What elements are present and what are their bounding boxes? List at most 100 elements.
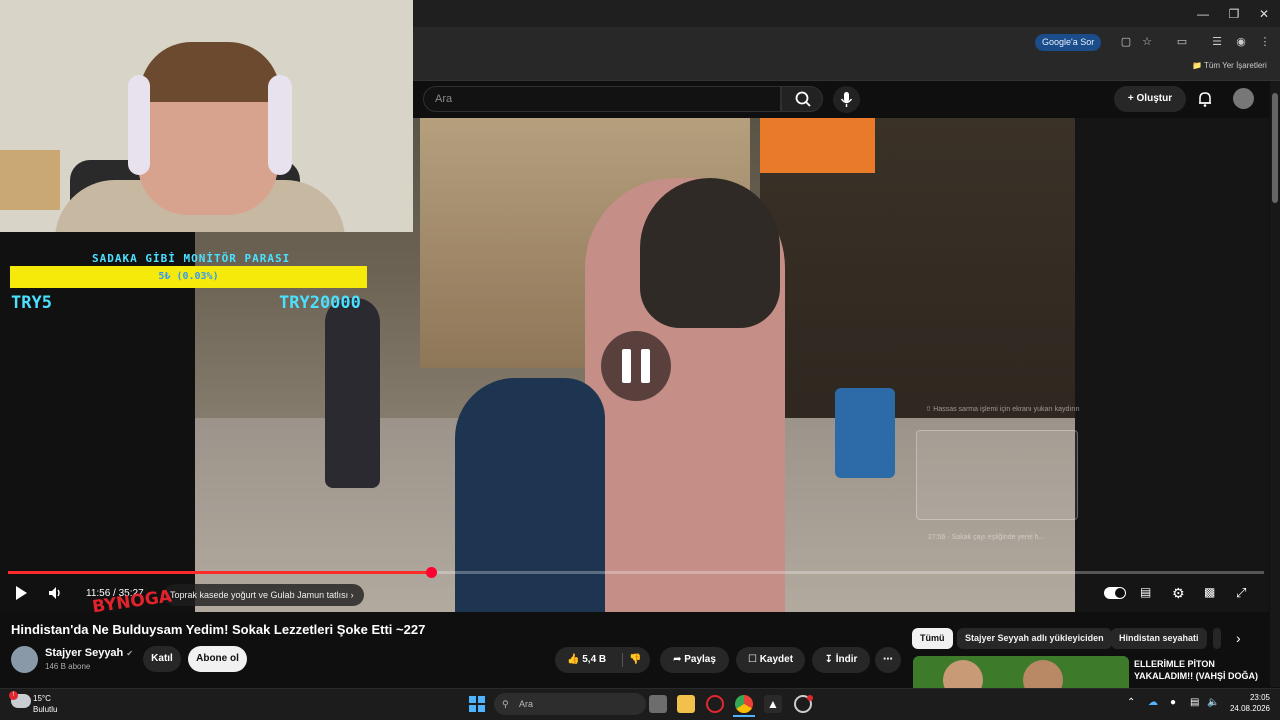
channel-avatar[interactable]: [11, 646, 38, 673]
maximize-icon[interactable]: ❐: [1219, 4, 1249, 24]
donation-min-label: TRY5: [11, 293, 52, 313]
search-button[interactable]: [781, 86, 823, 112]
save-button[interactable]: ☐ Kaydet: [736, 647, 805, 673]
temperature: 15°C: [33, 694, 51, 703]
taskbar-search-label: Ara: [519, 699, 534, 709]
menu-icon[interactable]: ⋮: [1257, 34, 1273, 50]
all-bookmarks-button[interactable]: 📁 Tüm Yer İşaretleri: [1192, 61, 1267, 70]
join-button[interactable]: Katıl: [143, 646, 181, 672]
progress-bar-played: [8, 571, 431, 574]
tray-app-icon[interactable]: ☁: [1148, 697, 1158, 708]
file-explorer-icon[interactable]: [677, 695, 695, 713]
progress-scrubber[interactable]: [426, 567, 437, 578]
thumb-face: [1023, 660, 1063, 688]
thumb-face: [943, 660, 983, 688]
suggested-video-thumbnail[interactable]: [913, 656, 1129, 688]
autoplay-toggle[interactable]: [1104, 587, 1126, 599]
task-view-icon[interactable]: [649, 695, 667, 713]
voice-search-button[interactable]: [833, 86, 860, 113]
bookmarks-bar: [413, 57, 1280, 81]
download-button[interactable]: ↧ İndir: [812, 647, 870, 673]
subscribe-button[interactable]: Abone ol: [188, 646, 247, 672]
suggested-video-title[interactable]: ELLERİMLE PİTON YAKALADIM!! (VAHŞİ DOĞA): [1134, 658, 1264, 682]
extensions-icon[interactable]: ▭: [1174, 34, 1190, 50]
theater-mode-icon[interactable]: ▩: [1204, 585, 1215, 599]
fullscreen-icon[interactable]: ⤢: [1236, 585, 1246, 601]
chapter-button[interactable]: Toprak kasede yoğurt ve Gulab Jamun tatl…: [164, 584, 364, 606]
page-scrollbar[interactable]: [1270, 81, 1280, 687]
scrub-preview-caption: 27:56 · Sokak çayı eşliğinde yerel h...: [928, 534, 1045, 541]
network-icon[interactable]: ▤: [1190, 697, 1199, 708]
cast-icon[interactable]: ▢: [1118, 34, 1134, 50]
taskbar-search[interactable]: ⚲ Ara: [494, 693, 646, 715]
chip-india-travel[interactable]: Hindistan seyahati: [1111, 628, 1207, 649]
like-button[interactable]: 👍 5,4 B: [567, 654, 606, 665]
dislike-button[interactable]: 👎: [629, 647, 641, 673]
thumbs-down-icon: 👎: [629, 654, 642, 665]
flag-banner: [760, 118, 875, 173]
scrollbar-thumb[interactable]: [1272, 93, 1278, 203]
webcam-overlay: [0, 0, 413, 232]
mic-icon: [840, 92, 853, 107]
google-ask-label: Google'a Sor: [1042, 37, 1095, 47]
subscriber-count: 146 B abone: [45, 662, 91, 671]
clock[interactable]: 23:05 24.08.2026: [1228, 692, 1270, 714]
google-ask-button[interactable]: Google'a Sor: [1035, 34, 1102, 51]
media-icon[interactable]: ☰: [1209, 34, 1225, 50]
volume-icon: [49, 587, 60, 599]
weather-widget[interactable]: 15°C Bulutlu: [33, 693, 57, 715]
pause-icon: [622, 349, 631, 383]
tray-overflow-icon[interactable]: ⌃: [1127, 697, 1135, 708]
clock-date: 24.08.2026: [1229, 704, 1270, 713]
speaker-icon[interactable]: 🔈: [1207, 697, 1219, 708]
volume-button[interactable]: [47, 585, 63, 604]
save-label: Kaydet: [759, 654, 794, 665]
chrome-icon[interactable]: [735, 695, 753, 713]
scrub-hint-label: Hassas sarma işlemi için ekranı yukarı k…: [933, 406, 1080, 413]
play-button[interactable]: [14, 585, 28, 604]
profile-icon[interactable]: ◉: [1233, 34, 1249, 50]
backpack: [455, 378, 605, 612]
notifications-button[interactable]: [1196, 90, 1214, 113]
microphone-tray-icon[interactable]: ●: [1170, 697, 1176, 708]
donation-title: SADAKA GİBİ MONİTÖR PARASI: [92, 252, 291, 265]
create-label: Oluştur: [1136, 93, 1173, 104]
chip-all[interactable]: Tümü: [912, 628, 953, 649]
video-side-black: [1075, 118, 1269, 612]
center-pause-button[interactable]: [601, 331, 671, 401]
subtitles-icon[interactable]: ▤: [1140, 585, 1151, 599]
more-icon: ⋯: [883, 654, 893, 665]
blue-barrel: [835, 388, 895, 478]
like-divider: [622, 653, 623, 667]
chips-next-icon[interactable]: ›: [1236, 630, 1241, 646]
close-icon[interactable]: ✕: [1249, 4, 1279, 24]
minimize-icon[interactable]: —: [1188, 4, 1218, 24]
person-head: [640, 178, 780, 328]
channel-name[interactable]: Stajyer Seyyah ✔: [45, 647, 133, 659]
plus-icon: +: [1127, 93, 1137, 104]
donation-progress-text: 5₺ (0.03%): [158, 271, 219, 282]
start-icon[interactable]: [469, 696, 487, 714]
thumbs-up-icon: 👍: [567, 654, 580, 665]
video-title: Hindistan'da Ne Bulduysam Yedim! Sokak L…: [11, 622, 426, 637]
weather-badge: !: [9, 691, 18, 700]
chapter-label: Toprak kasede yoğurt ve Gulab Jamun tatl…: [170, 590, 349, 600]
verified-icon: ✔: [126, 649, 134, 658]
account-avatar[interactable]: [1233, 88, 1254, 109]
app-icon[interactable]: ▲: [764, 695, 782, 713]
chevron-right-icon: ›: [348, 590, 354, 600]
chip-more[interactable]: [1213, 628, 1221, 649]
person-background: [325, 298, 380, 488]
chip-from-uploader[interactable]: Stajyer Seyyah adlı yükleyiciden: [957, 628, 1112, 649]
settings-icon[interactable]: ⚙: [1172, 585, 1185, 602]
bell-icon: [1199, 92, 1211, 107]
share-button[interactable]: ➦ Paylaş: [660, 647, 729, 673]
weather-icon[interactable]: !: [9, 691, 31, 708]
opera-icon[interactable]: [706, 695, 724, 713]
create-button[interactable]: + Oluştur: [1114, 86, 1186, 112]
star-icon[interactable]: ☆: [1139, 34, 1155, 50]
more-actions-button[interactable]: ⋯: [875, 647, 901, 673]
channel-name-label: Stajyer Seyyah: [45, 647, 124, 659]
search-input[interactable]: Ara: [423, 86, 781, 112]
download-label: İndir: [835, 654, 858, 665]
